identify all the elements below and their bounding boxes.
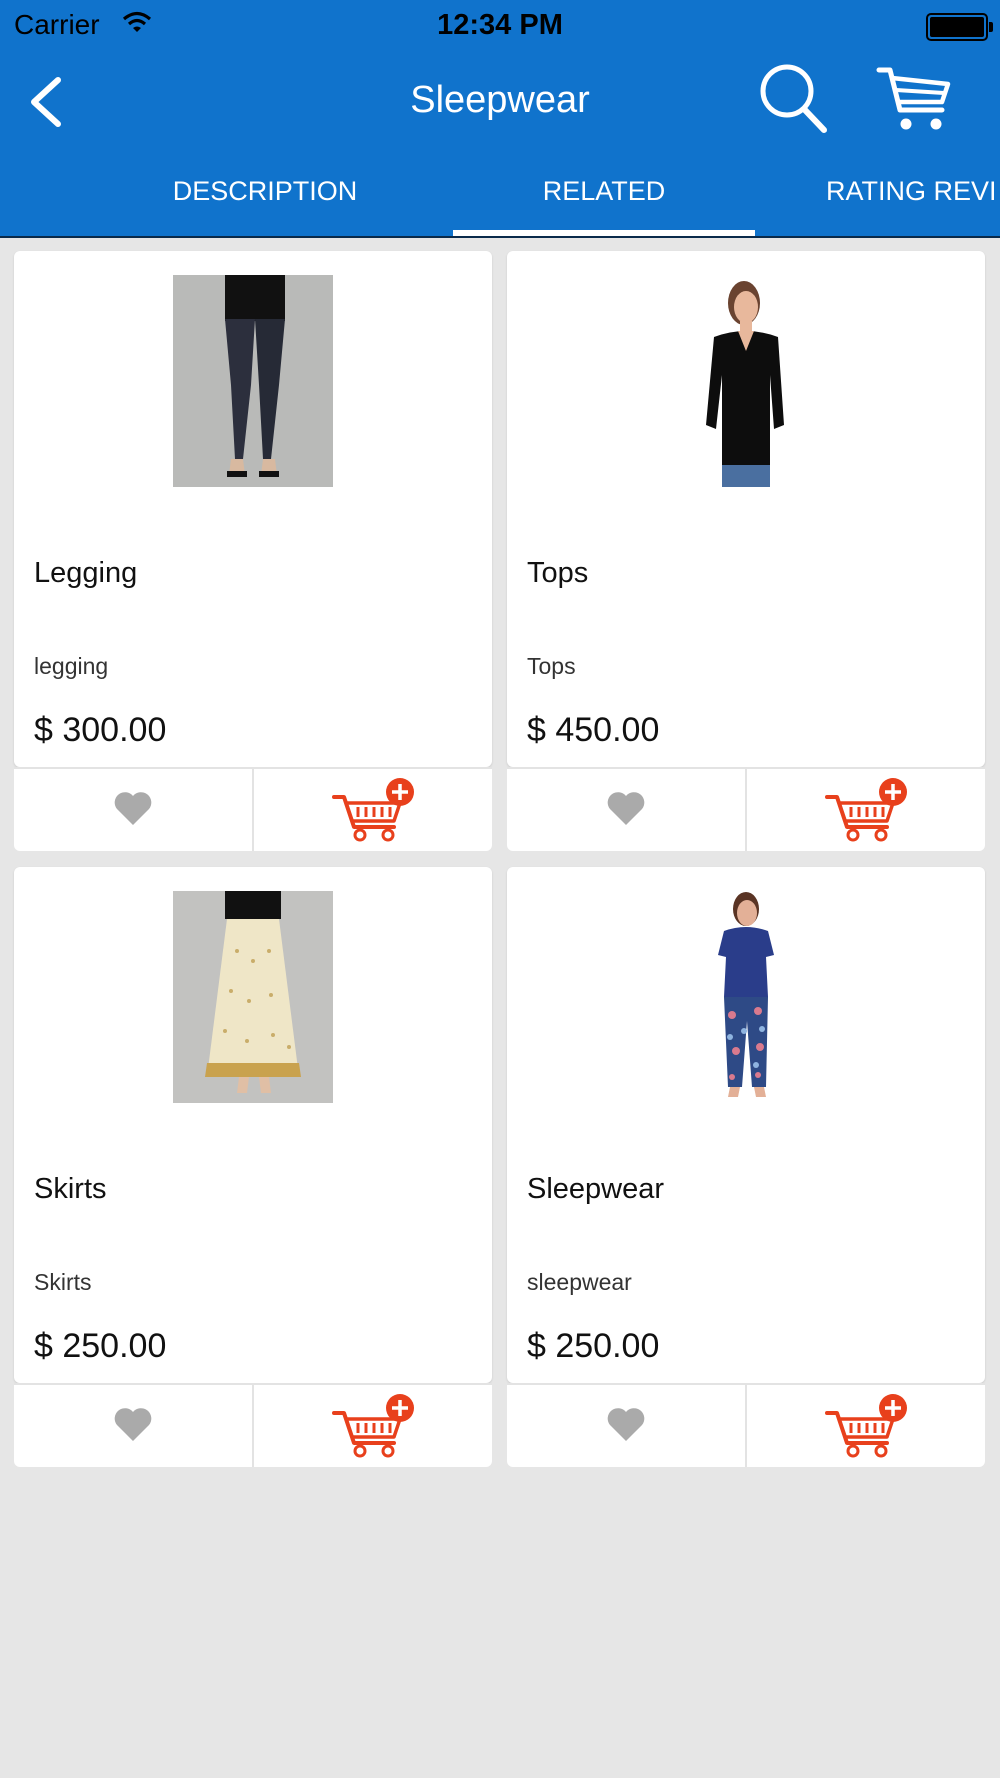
navigation-bar: Sleepwear [0,50,1000,160]
product-name: Legging [34,557,138,589]
clock: 12:34 PM [437,9,563,41]
tab-rating-reviews[interactable]: RATING REVI [826,176,1000,236]
heart-icon[interactable] [507,1385,747,1467]
page-title: Sleepwear [410,79,590,121]
add-to-cart-icon[interactable] [747,1385,985,1467]
product-description: legging [34,653,109,679]
heart-icon[interactable] [507,769,747,851]
tab-bar: DESCRIPTION RELATED RATING REVI [0,160,1000,236]
product-price: $ 450.00 [527,711,660,749]
product-actions [14,1383,492,1467]
product-card-legging[interactable]: Legging legging $ 300.00 [14,251,492,851]
product-name: Sleepwear [527,1173,665,1205]
status-bar: Carrier 12:34 PM [0,0,1000,50]
product-image-legging[interactable] [173,275,333,487]
product-card-tops[interactable]: Tops Tops $ 450.00 [507,251,985,851]
search-icon[interactable] [758,62,830,136]
product-card-sleepwear[interactable]: Sleepwear sleepwear $ 250.00 [507,867,985,1467]
product-name: Skirts [34,1173,107,1205]
product-price: $ 250.00 [34,1327,167,1365]
product-name: Tops [527,557,589,589]
product-image-sleepwear[interactable] [666,891,826,1103]
add-to-cart-icon[interactable] [254,1385,492,1467]
heart-icon[interactable] [14,769,254,851]
product-description: sleepwear [527,1269,632,1295]
add-to-cart-icon[interactable] [747,769,985,851]
battery-icon [926,13,993,41]
product-price: $ 250.00 [527,1327,660,1365]
product-actions [507,767,985,851]
product-card-skirts[interactable]: Skirts Skirts $ 250.00 [14,867,492,1467]
product-image-tops[interactable] [666,275,826,487]
product-description: Tops [527,653,576,679]
add-to-cart-icon[interactable] [254,769,492,851]
shopping-cart-icon[interactable] [876,64,952,134]
product-actions [14,767,492,851]
tab-related[interactable]: RELATED [454,176,754,236]
active-tab-indicator [453,230,755,236]
heart-icon[interactable] [14,1385,254,1467]
product-price: $ 300.00 [34,711,167,749]
header-bar: Carrier 12:34 PM Sleepwear DESCRIPTION R… [0,0,1000,238]
product-description: Skirts [34,1269,92,1295]
product-image-skirts[interactable] [173,891,333,1103]
product-actions [507,1383,985,1467]
tab-description[interactable]: DESCRIPTION [130,176,400,236]
